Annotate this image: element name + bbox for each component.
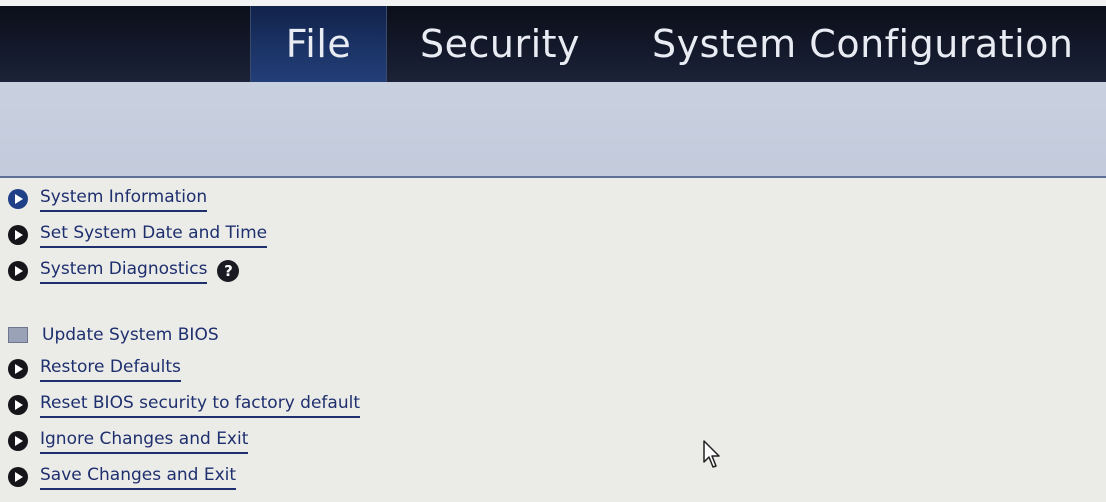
menu-item-label[interactable]: Ignore Changes and Exit <box>40 429 249 454</box>
play-bullet-icon <box>8 395 28 415</box>
top-menu-bar: File Security System Configuration <box>0 0 1106 82</box>
menu-item-set-date-time[interactable]: Set System Date and Time <box>8 218 268 252</box>
play-bullet-icon <box>8 467 28 487</box>
menu-item-label[interactable]: Save Changes and Exit <box>40 465 237 490</box>
menu-item-label[interactable]: System Diagnostics <box>40 259 208 284</box>
play-bullet-icon <box>8 431 28 451</box>
menu-item-label[interactable]: Reset BIOS security to factory default <box>40 393 360 418</box>
menu-item-reset-bios-security[interactable]: Reset BIOS security to factory default <box>8 388 360 422</box>
menu-item-label[interactable]: System Information <box>40 187 208 212</box>
menu-item-update-bios: Update System BIOS <box>8 318 219 352</box>
menu-item-label: Update System BIOS <box>42 325 219 345</box>
menu-item-restore-defaults[interactable]: Restore Defaults <box>8 352 181 386</box>
play-bullet-icon <box>8 359 28 379</box>
tab-file[interactable]: File <box>250 6 387 82</box>
menu-item-ignore-changes-exit[interactable]: Ignore Changes and Exit <box>8 424 249 458</box>
menu-item-save-changes-exit[interactable]: Save Changes and Exit <box>8 460 237 494</box>
menu-item-label[interactable]: Set System Date and Time <box>40 223 268 248</box>
play-bullet-icon <box>8 225 28 245</box>
play-bullet-icon <box>8 189 28 209</box>
question-mark-icon[interactable]: ? <box>217 260 240 282</box>
mouse-cursor-icon <box>703 440 720 468</box>
tab-security[interactable]: Security <box>420 6 580 82</box>
square-icon <box>8 327 28 343</box>
header-strip <box>0 82 1106 178</box>
tab-system-configuration[interactable]: System Configuration <box>652 6 1074 82</box>
menu-item-system-diagnostics[interactable]: System Diagnostics ? <box>8 254 240 288</box>
play-bullet-icon <box>8 261 28 281</box>
menu-item-label[interactable]: Restore Defaults <box>40 357 181 382</box>
menu-item-system-information[interactable]: System Information <box>8 182 208 216</box>
